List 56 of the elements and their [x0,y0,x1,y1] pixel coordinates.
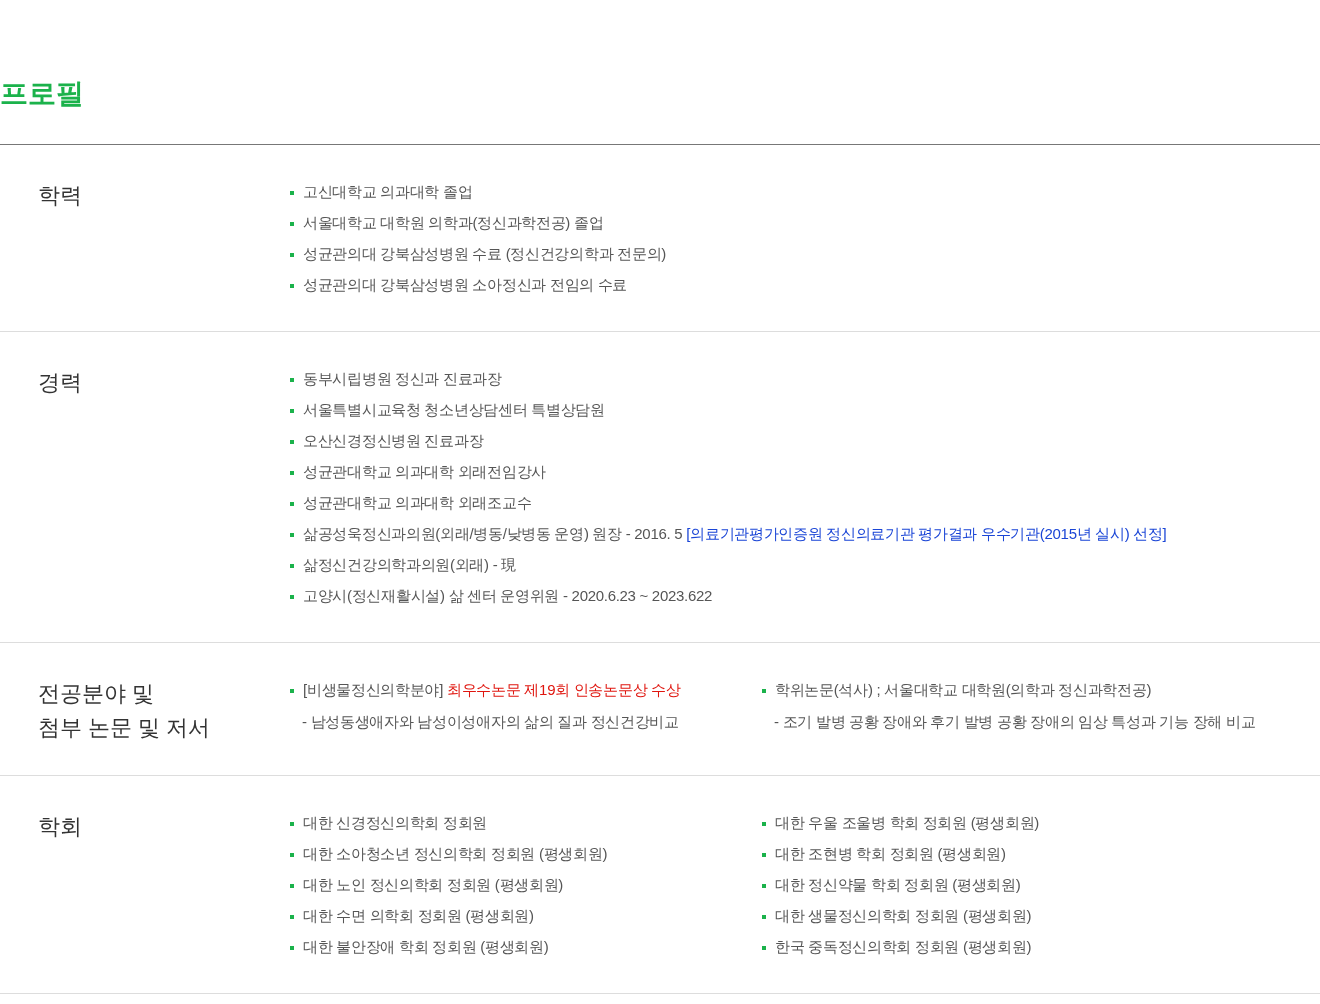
bullet-icon [762,945,766,950]
list-item-text: 성균관의대 강북삼성병원 소아정신과 전임의 수료 [303,275,628,296]
page-title: 프로필 [0,80,84,108]
list-item-text: 대한 소아청소년 정신의학회 정회원 (평생회원) [303,844,608,865]
list-item-text: 삶공성욱정신과의원(외래/병동/낮병동 운영) 원장 - 2016. 5 [의료기관평가인증원 정신의료기관 평가결과 우수기관(2015년 실시) 선정] [303,524,1167,545]
bullet-icon [762,852,766,857]
list-item-text: 동부시립병원 정신과 진료과장 [303,369,502,390]
section-title: 경력 [38,369,83,397]
bullet-icon [290,190,294,195]
list-item-text: 성균관의대 강북삼성병원 수료 (정신건강의학과 전문의) [303,244,666,265]
bullet-icon [290,594,294,599]
list-item-text: 성균관대학교 의과대학 외래조교수 [303,493,532,514]
bullet-icon [762,821,766,826]
bullet-icon [290,945,294,950]
list-item-text: 오산신경정신병원 진료과장 [303,431,484,452]
bullet-icon [290,688,294,693]
list-item-text: 고양시(정신재활시설) 삶 센터 운영위원 - 2020.6.23 ~ 2023.622 [303,586,712,607]
paper-title: - 남성동생애자와 남성이성애자의 삶의 질과 정신건강비교 [302,712,679,732]
list-item-text: 대한 노인 정신의학회 정회원 (평생회원) [303,875,564,896]
bullet-icon [290,532,294,537]
list-item-text: 서울대학교 대학원 의학과(정신과학전공) 졸업 [303,213,604,234]
list-item-text: 대한 불안장애 학회 정회원 (평생회원) [303,937,549,958]
list-item-text: 서울특별시교육청 청소년상담센터 특별상담원 [303,400,605,421]
list-item-text: 대한 정신약물 학회 정회원 (평생회원) [775,875,1021,896]
bullet-icon [290,408,294,413]
bullet-icon [290,252,294,257]
list-item-text: 성균관대학교 의과대학 외래전임강사 [303,462,546,483]
bullet-icon [762,688,766,693]
bullet-icon [290,852,294,857]
bullet-icon [290,283,294,288]
list-item-text: 대한 신경정신의학회 정회원 [303,813,488,834]
bullet-icon [290,470,294,475]
list-item-text: 삶정신건강의학과의원(외래) - 現 [303,555,516,576]
bullet-icon [290,883,294,888]
bullet-icon [762,883,766,888]
bullet-icon [290,821,294,826]
section-title: 학력 [38,182,83,210]
bullet-icon [290,501,294,506]
bullet-icon [290,563,294,568]
section-title: 학회 [38,813,83,841]
bullet-icon [290,377,294,382]
bullet-icon [290,439,294,444]
list-item-text: 대한 우울 조울병 학회 정회원 (평생회원) [775,813,1039,834]
section-title: 전공분야 및 [38,680,156,708]
list-item-text: 학위논문(석사) ; 서울대학교 대학원(의학과 정신과학전공) [775,680,1152,701]
list-item-text: 한국 중독정신의학회 정회원 (평생회원) [775,937,1032,958]
list-item-text: 대한 수면 의학회 정회원 (평생회원) [303,906,534,927]
list-item-text: 대한 생물정신의학회 정회원 (평생회원) [775,906,1032,927]
list-item-text: 고신대학교 의과대학 졸업 [303,182,473,203]
bullet-icon [762,914,766,919]
list-item-text: 대한 조현병 학회 정회원 (평생회원) [775,844,1006,865]
list-item-text: [비생물정신의학분야] 최우수논문 제19회 인송논문상 수상 [303,680,681,701]
bullet-icon [290,914,294,919]
paper-title: - 조기 발병 공황 장애와 후기 발병 공황 장애의 임상 특성과 기능 장해 비교 [774,712,1256,732]
bullet-icon [290,221,294,226]
section-title: 첨부 논문 및 저서 [38,714,212,742]
